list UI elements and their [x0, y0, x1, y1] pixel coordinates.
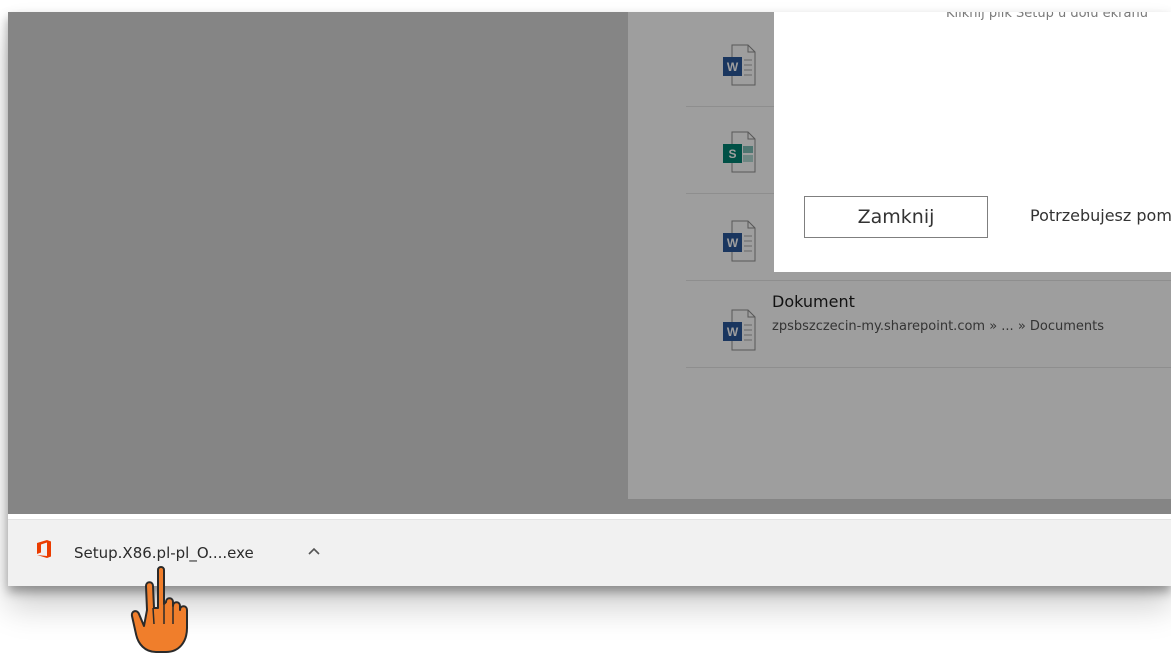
help-link[interactable]: Potrzebujesz pomocy?	[1030, 206, 1171, 225]
office-logo-icon	[37, 540, 51, 558]
browser-window: W S W W Dokument zpsbszczecin-my.sharepo…	[8, 12, 1171, 586]
chevron-up-icon[interactable]	[305, 542, 323, 560]
hand-pointer-icon	[130, 566, 188, 653]
page-content: W S W W Dokument zpsbszczecin-my.sharepo…	[8, 12, 1171, 514]
install-dialog: Kliknij plik Setup u dołu ekranu Zamknij…	[774, 12, 1171, 272]
dialog-hint-text: Kliknij plik Setup u dołu ekranu	[946, 12, 1148, 21]
close-button[interactable]: Zamknij	[804, 196, 988, 238]
download-file-name[interactable]: Setup.X86.pl-pl_O....exe	[74, 544, 254, 562]
